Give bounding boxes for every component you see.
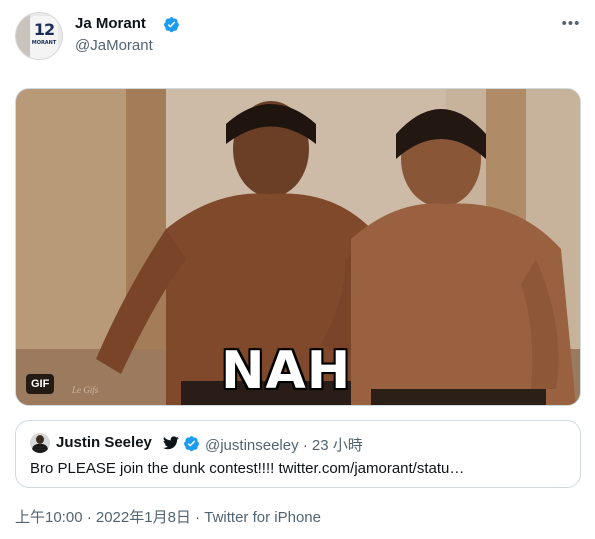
gif-badge: GIF <box>26 374 55 394</box>
quoted-handle-time[interactable]: @justinseeley · 23 小時 <box>205 434 363 455</box>
avatar-head-shape <box>36 435 44 444</box>
quoted-tweet-text[interactable]: Bro PLEASE join the dunk contest!!!! twi… <box>30 460 464 477</box>
quoted-verified-badge-icon <box>184 436 199 452</box>
more-options-icon[interactable]: ••• <box>561 14 581 34</box>
gif-caption-text: NAH <box>221 341 352 401</box>
author-handle[interactable]: @JaMorant <box>75 37 153 54</box>
twitter-bird-icon <box>163 436 179 450</box>
quoted-tweet[interactable]: Justin Seeley @justinseeley · 23 小時 Bro … <box>15 420 581 488</box>
author-name[interactable]: Ja Morant <box>75 15 146 32</box>
avatar-body-shape <box>32 444 48 453</box>
verified-badge-icon <box>164 17 179 33</box>
avatar-background <box>16 13 30 59</box>
quoted-author-avatar[interactable] <box>30 433 50 453</box>
author-avatar[interactable]: 12 MORANT <box>15 12 63 60</box>
gif-watermark: Le Gifs <box>72 385 99 395</box>
tweet-timestamp-source[interactable]: 上午10:00 · 2022年1月8日 · Twitter for iPhone <box>15 506 321 527</box>
tweet-card: 12 MORANT Ja Morant @JaMorant ••• NAH Le… <box>0 0 595 539</box>
avatar-jersey-name: MORANT <box>31 40 57 46</box>
tweet-gif[interactable]: NAH Le Gifs GIF <box>15 88 581 406</box>
quoted-author-name[interactable]: Justin Seeley <box>56 434 152 451</box>
avatar-jersey-number: 12 <box>33 20 55 39</box>
